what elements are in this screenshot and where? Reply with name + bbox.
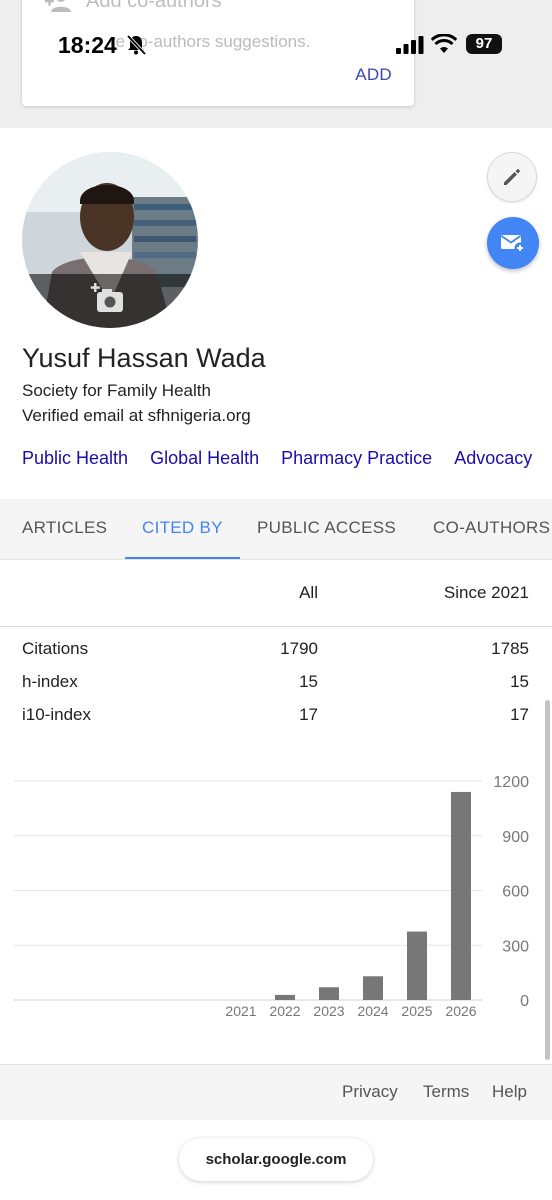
row-label: Citations — [22, 639, 89, 658]
interest-link[interactable]: Public Health — [22, 448, 128, 469]
research-interests: Public Health Global Health Pharmacy Pra… — [22, 448, 532, 469]
help-link[interactable]: Help — [492, 1082, 527, 1102]
row-label: i10-index — [22, 705, 91, 724]
profile-affiliation: Society for Family Health — [22, 381, 211, 400]
x-tick-label: 2021 — [225, 1003, 256, 1019]
scholar-profile-page: { "status_bar": { "time": "18:24", "batt… — [0, 0, 552, 1200]
profile-tabs: ARTICLES CITED BY PUBLIC ACCESS CO-AUTHO… — [0, 499, 552, 560]
tab-co-authors[interactable]: CO-AUTHORS — [433, 499, 550, 559]
y-tick-label: 0 — [520, 993, 529, 1010]
x-tick-label: 2023 — [313, 1003, 344, 1019]
column-header-all[interactable]: All — [299, 583, 318, 603]
profile-name: Yusuf Hassan Wada — [22, 343, 266, 373]
wifi-icon — [431, 34, 457, 53]
signal-icon — [396, 36, 424, 54]
value-since: 1785 — [491, 639, 529, 658]
bar-2024[interactable] — [363, 976, 383, 1000]
status-bar: 18:24 97 — [0, 26, 552, 66]
interest-link[interactable]: Global Health — [150, 448, 259, 469]
add-person-icon — [45, 0, 71, 12]
footer: Privacy Terms Help — [0, 1064, 552, 1120]
pencil-icon — [504, 169, 520, 185]
profile-photo — [22, 152, 198, 328]
follow-email-button[interactable] — [487, 217, 539, 269]
terms-link[interactable]: Terms — [423, 1082, 469, 1102]
battery-indicator: 97 — [466, 34, 502, 54]
interest-link[interactable]: Advocacy — [454, 448, 532, 469]
value-since: 17 — [510, 705, 529, 724]
x-tick-label: 2026 — [445, 1003, 476, 1019]
value-all: 17 — [299, 705, 318, 724]
column-header-since[interactable]: Since 2021 — [444, 583, 529, 603]
avatar[interactable] — [22, 152, 198, 328]
y-tick-label: 600 — [502, 884, 529, 901]
table-row: Citations 1790 1785 — [0, 639, 552, 669]
add-button[interactable]: ADD — [355, 65, 392, 85]
interest-link[interactable]: Pharmacy Practice — [281, 448, 432, 469]
tab-public-access[interactable]: PUBLIC ACCESS — [257, 499, 396, 559]
mail-add-icon — [500, 235, 526, 254]
row-label: h-index — [22, 672, 78, 691]
y-tick-label: 1200 — [493, 774, 529, 791]
tab-articles[interactable]: ARTICLES — [22, 499, 107, 559]
x-tick-label: 2022 — [269, 1003, 300, 1019]
y-tick-label: 900 — [502, 829, 529, 846]
citations-bar-chart: 0 300 600 900 1200 2021 2022 2023 2024 2025 2026 — [14, 774, 529, 1019]
x-tick-label: 2025 — [401, 1003, 432, 1019]
value-since: 15 — [510, 672, 529, 691]
browser-url-bar[interactable]: scholar.google.com — [179, 1138, 373, 1181]
add-coauthors-label: Add co-authors — [86, 0, 222, 12]
bar-2026[interactable] — [451, 791, 471, 1000]
scrollbar-thumb[interactable] — [545, 700, 550, 1060]
bar-2022[interactable] — [275, 994, 295, 1000]
citations-table-header: All Since 2021 — [0, 560, 552, 627]
edit-profile-button[interactable] — [487, 152, 537, 202]
bell-muted-icon — [126, 34, 147, 56]
table-row: i10-index 17 17 — [0, 705, 552, 735]
privacy-link[interactable]: Privacy — [342, 1082, 398, 1102]
profile-email: Verified email at sfhnigeria.org — [22, 406, 251, 425]
x-tick-label: 2024 — [357, 1003, 388, 1019]
value-all: 15 — [299, 672, 318, 691]
bar-2025[interactable] — [407, 931, 427, 1000]
tab-cited-by[interactable]: CITED BY — [125, 499, 240, 559]
table-row: h-index 15 15 — [0, 672, 552, 702]
y-tick-label: 300 — [502, 938, 529, 955]
add-coauthors-row[interactable]: Add co-authors — [44, 0, 222, 13]
bar-2023[interactable] — [319, 987, 339, 1000]
status-time: 18:24 — [58, 32, 117, 58]
value-all: 1790 — [280, 639, 318, 658]
